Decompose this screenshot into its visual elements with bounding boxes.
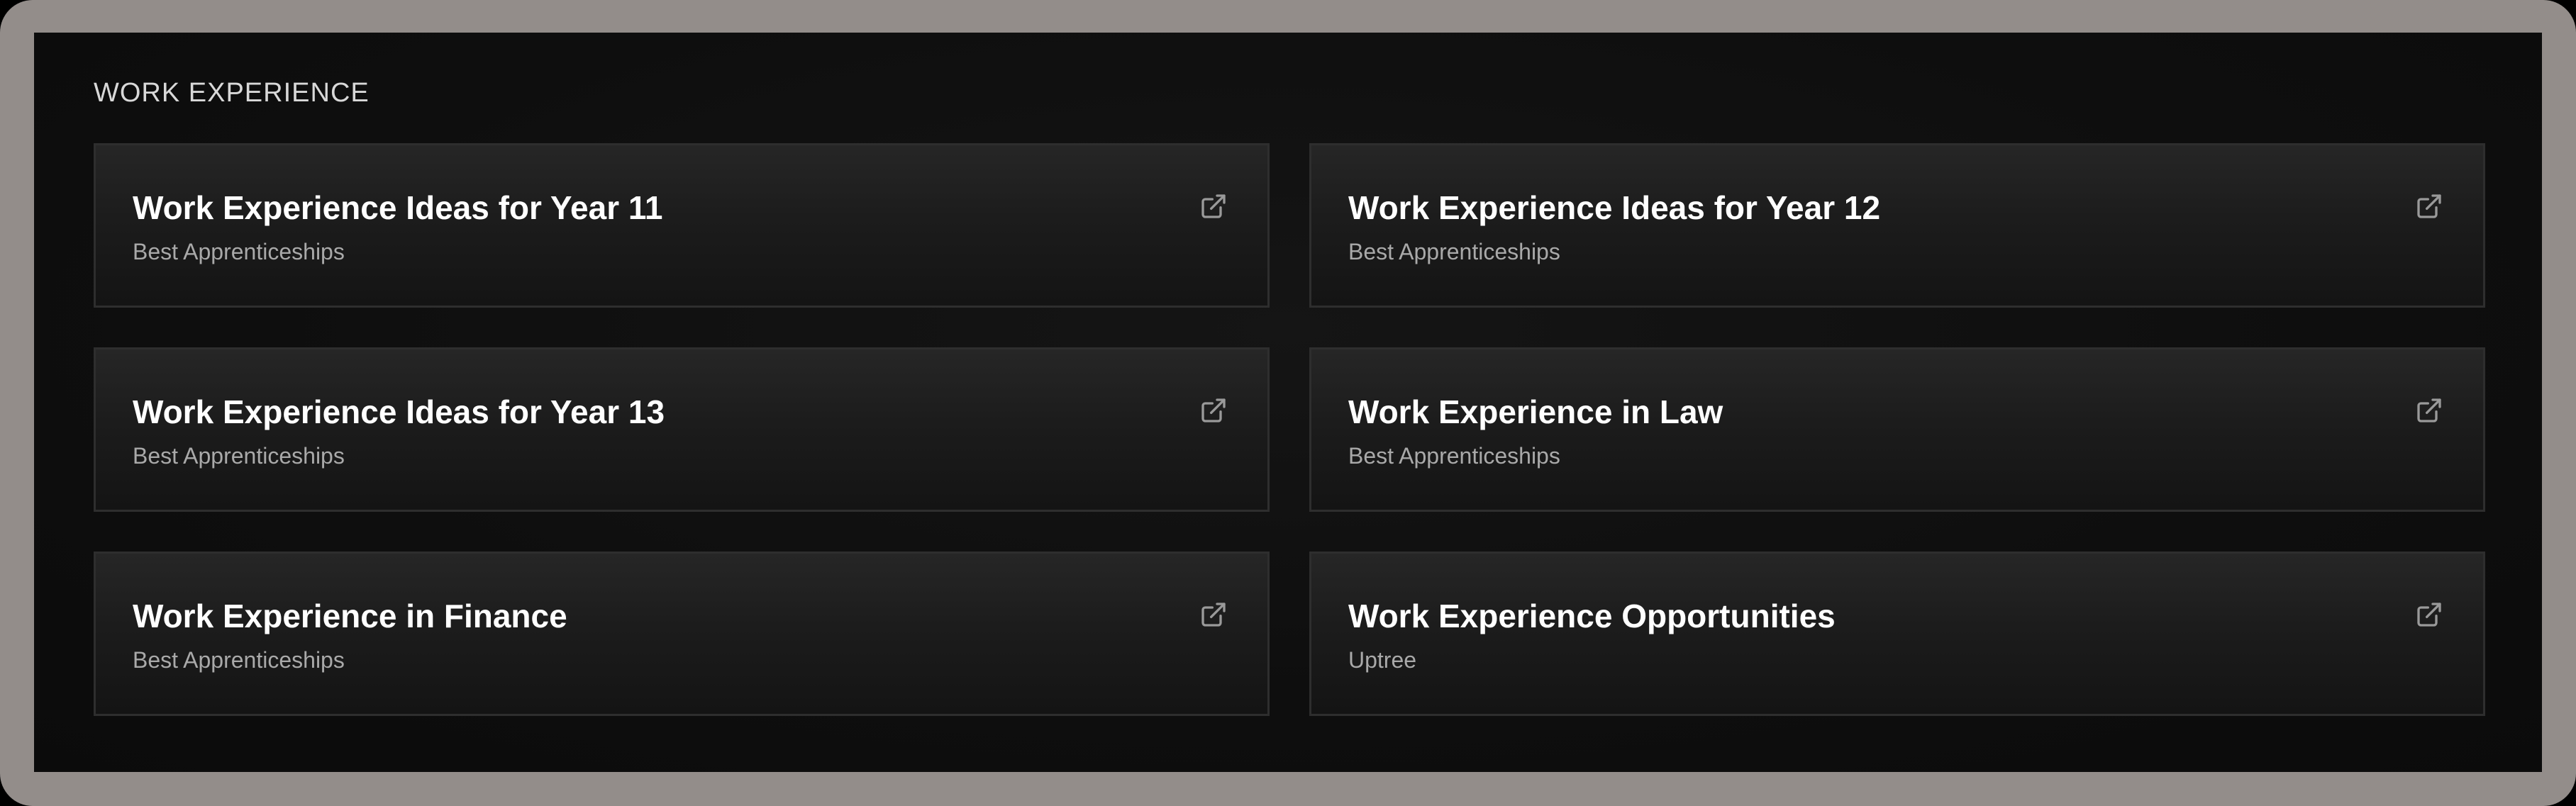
card-title: Work Experience Ideas for Year 11 xyxy=(133,189,663,226)
card-source: Best Apprenticeships xyxy=(133,239,345,264)
external-link-icon[interactable] xyxy=(1199,396,1228,425)
card-title: Work Experience Ideas for Year 13 xyxy=(133,393,665,430)
card-source: Best Apprenticeships xyxy=(1348,239,1560,264)
card-work-experience-year-13[interactable]: Work Experience Ideas for Year 13 Best A… xyxy=(94,347,1270,512)
external-link-icon[interactable] xyxy=(1199,600,1228,629)
window-frame: WORK EXPERIENCE Work Experience Ideas fo… xyxy=(0,0,2576,806)
card-source: Best Apprenticeships xyxy=(1348,443,1560,469)
card-source: Best Apprenticeships xyxy=(133,443,345,469)
card-title: Work Experience in Finance xyxy=(133,598,567,634)
section-title: WORK EXPERIENCE xyxy=(94,78,370,108)
card-work-experience-year-11[interactable]: Work Experience Ideas for Year 11 Best A… xyxy=(94,143,1270,308)
card-source: Best Apprenticeships xyxy=(133,647,345,673)
external-link-icon[interactable] xyxy=(2415,192,2443,220)
external-link-icon[interactable] xyxy=(1199,192,1228,220)
card-work-experience-year-12[interactable]: Work Experience Ideas for Year 12 Best A… xyxy=(1309,143,2485,308)
work-experience-panel: WORK EXPERIENCE Work Experience Ideas fo… xyxy=(34,33,2542,772)
card-source: Uptree xyxy=(1348,647,1417,673)
card-title: Work Experience Ideas for Year 12 xyxy=(1348,189,1881,226)
card-title: Work Experience Opportunities xyxy=(1348,598,1836,634)
external-link-icon[interactable] xyxy=(2415,600,2443,629)
card-work-experience-law[interactable]: Work Experience in Law Best Apprenticesh… xyxy=(1309,347,2485,512)
external-link-icon[interactable] xyxy=(2415,396,2443,425)
card-work-experience-opportunities[interactable]: Work Experience Opportunities Uptree xyxy=(1309,552,2485,716)
card-work-experience-finance[interactable]: Work Experience in Finance Best Apprenti… xyxy=(94,552,1270,716)
card-title: Work Experience in Law xyxy=(1348,393,1723,430)
card-grid: Work Experience Ideas for Year 11 Best A… xyxy=(94,143,2485,716)
